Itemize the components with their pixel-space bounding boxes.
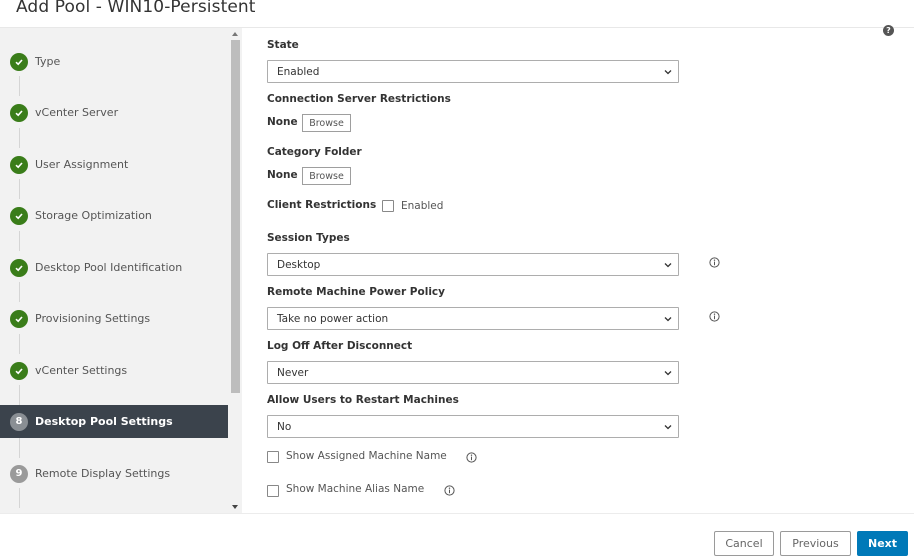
session-types-select[interactable]: Desktop [267,253,679,276]
step-connector [19,282,20,302]
log-off-select[interactable]: Never [267,361,679,384]
scrollbar-thumb[interactable] [231,40,240,393]
show-machine-alias-name-label: Show Machine Alias Name [286,483,425,495]
step-label: Remote Display Settings [35,467,171,480]
step-vcenter-settings[interactable]: vCenter Settings [0,354,228,387]
log-off-value: Never [277,366,309,379]
step-desktop-pool-identification[interactable]: Desktop Pool Identification [0,251,228,284]
step-connector [19,438,20,458]
chevron-down-icon [664,371,672,376]
step-remote-display-settings[interactable]: 9 Remote Display Settings [0,457,228,490]
wizard-steps-sidebar: Type vCenter Server User Assignment Stor… [0,28,242,513]
step-connector [19,76,20,96]
info-icon[interactable] [709,311,720,322]
log-off-label: Log Off After Disconnect [267,340,413,352]
check-circle-icon [10,52,28,71]
step-user-assignment[interactable]: User Assignment [0,148,228,181]
connection-server-browse-button[interactable]: Browse [302,114,351,132]
cancel-button[interactable]: Cancel [714,531,774,556]
show-machine-alias-name-checkbox[interactable] [267,485,279,497]
step-storage-optimization[interactable]: Storage Optimization [0,199,228,232]
state-label: State [267,39,299,51]
step-connector [19,179,20,199]
step-connector [19,231,20,251]
step-connector [19,334,20,354]
step-connector [19,488,20,508]
show-assigned-machine-name-checkbox[interactable] [267,451,279,463]
check-circle-icon [10,103,28,122]
check-circle-icon [10,309,28,328]
show-assigned-machine-name-label: Show Assigned Machine Name [286,450,447,462]
wizard-footer: Cancel Previous Next [0,513,914,560]
desktop-pool-settings-form: ? State Enabled Connection Server Restri… [242,25,914,513]
state-value: Enabled [277,65,320,78]
step-connector [19,128,20,148]
category-folder-label: Category Folder [267,146,362,158]
power-policy-value: Take no power action [277,312,389,325]
check-circle-icon [10,361,28,380]
session-types-value: Desktop [277,258,321,271]
scroll-down-arrow-icon[interactable] [232,505,238,509]
session-types-label: Session Types [267,232,350,244]
chevron-down-icon [664,425,672,430]
category-folder-browse-button[interactable]: Browse [302,167,351,185]
step-label: Type [35,55,61,68]
step-label: User Assignment [35,158,129,171]
chevron-down-icon [664,263,672,268]
chevron-down-icon [664,317,672,322]
client-restrictions-label: Client Restrictions [267,199,377,211]
check-circle-icon [10,258,28,277]
info-icon[interactable] [466,452,477,463]
page-title: Add Pool - WIN10-Persistent [16,0,256,17]
step-label: Storage Optimization [35,209,152,222]
power-policy-select[interactable]: Take no power action [267,307,679,330]
step-type[interactable]: Type [0,45,228,78]
power-policy-label: Remote Machine Power Policy [267,286,445,298]
step-provisioning-settings[interactable]: Provisioning Settings [0,302,228,335]
previous-button[interactable]: Previous [780,531,851,556]
step-label: vCenter Settings [35,364,128,377]
connection-server-restrictions-value: None [267,116,298,128]
scroll-up-arrow-icon[interactable] [232,32,238,36]
step-label: Provisioning Settings [35,312,151,325]
help-icon[interactable]: ? [883,25,894,36]
step-connector [19,385,20,405]
step-label: vCenter Server [35,106,119,119]
info-icon[interactable] [709,257,720,268]
step-label: Desktop Pool Identification [35,261,183,274]
allow-restart-label: Allow Users to Restart Machines [267,394,459,406]
step-desktop-pool-settings[interactable]: 8 Desktop Pool Settings [0,405,228,438]
info-icon[interactable] [444,485,455,496]
step-number-badge: 8 [10,412,28,431]
allow-restart-select[interactable]: No [267,415,679,438]
check-circle-icon [10,206,28,225]
state-select[interactable]: Enabled [267,60,679,83]
next-button[interactable]: Next [857,531,908,556]
client-restrictions-checkbox-label: Enabled [401,200,444,212]
step-label: Desktop Pool Settings [35,415,173,428]
step-number-badge: 9 [10,464,28,483]
wizard-header: Add Pool - WIN10-Persistent [0,0,914,28]
allow-restart-value: No [277,420,292,433]
chevron-down-icon [664,70,672,75]
step-vcenter-server[interactable]: vCenter Server [0,96,228,129]
category-folder-value: None [267,169,298,181]
sidebar-scrollbar[interactable] [229,28,242,513]
check-circle-icon [10,155,28,174]
client-restrictions-checkbox[interactable] [382,200,394,212]
connection-server-restrictions-label: Connection Server Restrictions [267,93,451,105]
